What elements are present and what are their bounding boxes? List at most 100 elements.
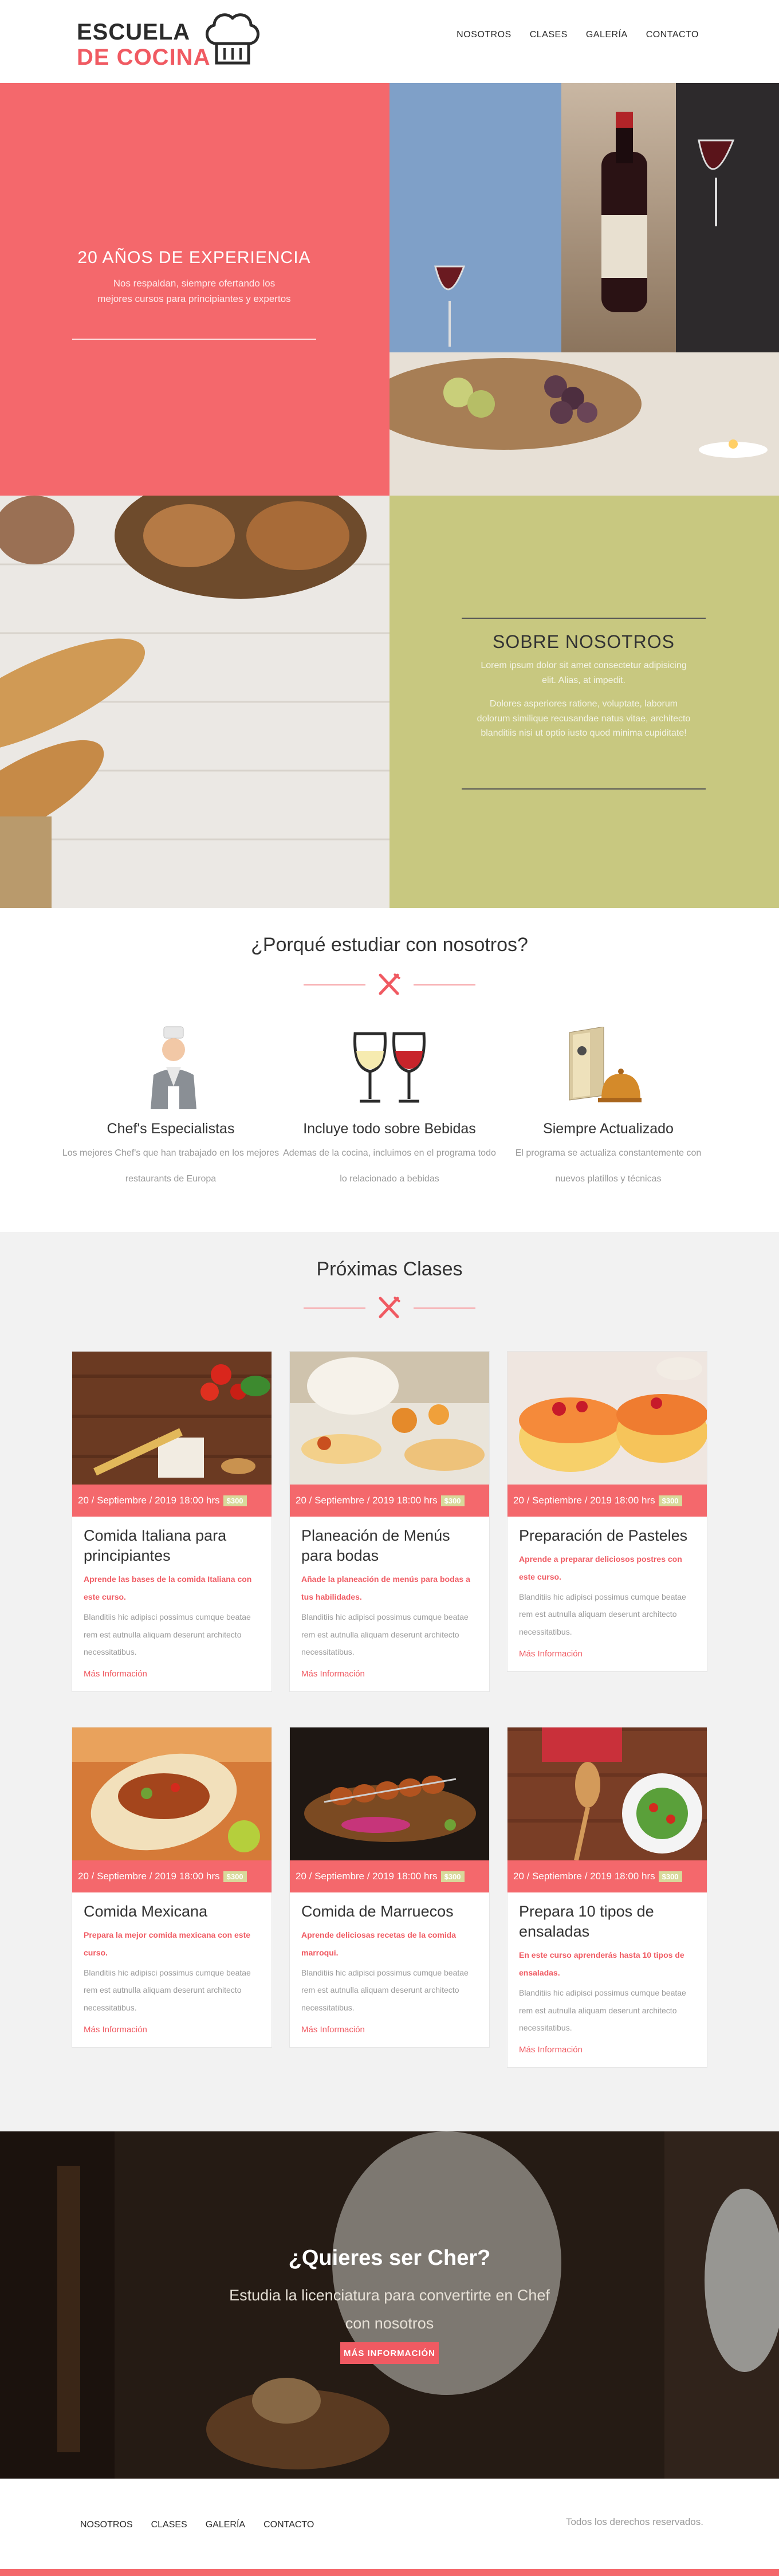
feature-chefs: Chef's Especialistas Los mejores Chef's … [62, 1121, 280, 1192]
nav-link-clases[interactable]: CLASES [530, 30, 568, 40]
class-date: 20 / Septiembre / 2019 18:00 hrs [296, 1495, 438, 1506]
about-box: SOBRE NOSOTROS Lorem ipsum dolor sit ame… [462, 618, 706, 790]
class-text: Blanditiis hic adipisci possimus cumque … [519, 1592, 686, 1637]
fork-knife-icon [379, 973, 401, 995]
nav-link-nosotros[interactable]: NOSOTROS [457, 30, 512, 40]
footer-accent-bar [0, 2569, 779, 2576]
why-divider [304, 973, 475, 996]
class-meta: 20 / Septiembre / 2019 18:00 hrs $300 [507, 1860, 707, 1892]
experience-tile: 20 AÑOS DE EXPERIENCIA Nos respaldan, si… [0, 83, 390, 496]
class-lead: Aprende a preparar deliciosos postres co… [519, 1554, 682, 1581]
class-date: 20 / Septiembre / 2019 18:00 hrs [78, 1871, 220, 1882]
class-date: 20 / Septiembre / 2019 18:00 hrs [78, 1495, 220, 1506]
footer-link-nosotros[interactable]: NOSOTROS [80, 2520, 133, 2530]
feature-title: Chef's Especialistas [107, 1121, 235, 1137]
wine-glasses-icon [353, 1032, 426, 1103]
class-date: 20 / Septiembre / 2019 18:00 hrs [296, 1871, 438, 1882]
chef-hat-icon [206, 13, 259, 65]
copyright-text: Todos los derechos reservados. [565, 2516, 703, 2527]
class-title: Prepara 10 tipos de ensaladas [519, 1903, 654, 1941]
more-info-link[interactable]: Más Información [301, 1669, 478, 1679]
feature-text: Ademas de la cocina, incluimos en el pro… [283, 1148, 496, 1184]
logo[interactable]: ESCUELA DE COCINA [77, 8, 272, 71]
feature-updated: Siempre Actualizado El programa se actua… [499, 1121, 717, 1192]
class-card: 20 / Septiembre / 2019 18:00 hrs $300 Co… [72, 1351, 272, 1693]
class-date: 20 / Septiembre / 2019 18:00 hrs [513, 1871, 655, 1882]
class-lead: Aprende deliciosas recetas de la comida … [301, 1930, 457, 1957]
feature-title: Siempre Actualizado [543, 1121, 674, 1137]
chef-icon [151, 1026, 196, 1109]
class-image-wedding [290, 1352, 489, 1485]
more-info-button[interactable]: MÁS INFORMACIÓN [340, 2342, 439, 2364]
class-card: 20 / Septiembre / 2019 18:00 hrs $300 Co… [289, 1727, 490, 2048]
class-lead: Prepara la mejor comida mexicana con est… [84, 1930, 251, 1957]
wine-dinner-image [390, 83, 779, 496]
class-card: 20 / Septiembre / 2019 18:00 hrs $300 Pr… [507, 1727, 707, 2068]
class-date: 20 / Septiembre / 2019 18:00 hrs [513, 1495, 655, 1506]
footer-nav: NOSOTROS CLASES GALERÍA CONTACTO [80, 2520, 314, 2530]
class-image-moroccan [290, 1727, 489, 1860]
bread-illustration [0, 496, 390, 908]
about-paragraph-2: Dolores asperiores ratione, voluptate, l… [477, 699, 691, 739]
class-text: Blanditiis hic adipisci possimus cumque … [301, 1612, 469, 1657]
class-card: 20 / Septiembre / 2019 18:00 hrs $300 Co… [72, 1727, 272, 2048]
site-footer: NOSOTROS CLASES GALERÍA CONTACTO Todos l… [0, 2479, 779, 2576]
class-image-italian [72, 1352, 272, 1485]
price-badge: $300 [658, 1495, 682, 1506]
about-tile: SOBRE NOSOTROS Lorem ipsum dolor sit ame… [390, 496, 779, 908]
class-lead: Aprende las bases de la comida Italiana … [84, 1574, 252, 1601]
classes-divider [304, 1296, 475, 1319]
price-badge: $300 [223, 1871, 247, 1882]
logo-line-1: ESCUELA [77, 19, 191, 45]
experience-title: 20 AÑOS DE EXPERIENCIA [77, 248, 311, 267]
more-info-link[interactable]: Más Información [519, 2045, 695, 2055]
experience-box: 20 AÑOS DE EXPERIENCIA Nos respaldan, si… [72, 248, 316, 340]
class-text: Blanditiis hic adipisci possimus cumque … [84, 1968, 251, 2013]
logo-line-2: DE COCINA [77, 45, 211, 70]
why-title: ¿Porqué estudiar con nosotros? [251, 934, 528, 956]
about-title: SOBRE NOSOTROS [492, 631, 675, 652]
class-lead: Añade la planeación de menús para bodas … [301, 1574, 470, 1601]
class-title: Planeación de Menús para bodas [301, 1527, 450, 1565]
menu-icon [569, 1027, 642, 1102]
class-meta: 20 / Septiembre / 2019 18:00 hrs $300 [507, 1485, 707, 1517]
footer-link-galeria[interactable]: GALERÍA [206, 2520, 245, 2530]
cta-banner: ¿Quieres ser Cher? Estudia la licenciatu… [0, 2131, 779, 2479]
more-info-link[interactable]: Más Información [301, 2025, 478, 2035]
main-nav: NOSOTROS CLASES GALERÍA CONTACTO [457, 30, 699, 40]
classes-title: Próximas Clases [316, 1258, 463, 1280]
class-text: Blanditiis hic adipisci possimus cumque … [84, 1612, 251, 1657]
cta-subtitle: Estudia la licenciatura para convertirte… [229, 2287, 550, 2332]
class-text: Blanditiis hic adipisci possimus cumque … [301, 1968, 469, 2013]
nav-link-galeria[interactable]: GALERÍA [586, 30, 628, 40]
class-title: Preparación de Pasteles [519, 1527, 688, 1544]
more-info-link[interactable]: Más Información [84, 2025, 260, 2035]
class-meta: 20 / Septiembre / 2019 18:00 hrs $300 [290, 1485, 489, 1517]
bread-image [0, 496, 390, 908]
class-card: 20 / Septiembre / 2019 18:00 hrs $300 Pr… [507, 1351, 707, 1672]
class-meta: 20 / Septiembre / 2019 18:00 hrs $300 [72, 1860, 272, 1892]
more-info-link[interactable]: Más Información [84, 1669, 260, 1679]
nav-link-contacto[interactable]: CONTACTO [646, 30, 699, 40]
cta-title: ¿Quieres ser Cher? [288, 2246, 491, 2270]
feature-title: Incluye todo sobre Bebidas [303, 1121, 476, 1137]
footer-link-clases[interactable]: CLASES [151, 2520, 187, 2530]
price-badge: $300 [440, 1871, 465, 1882]
footer-link-contacto[interactable]: CONTACTO [263, 2520, 314, 2530]
price-badge: $300 [440, 1495, 465, 1506]
class-text: Blanditiis hic adipisci possimus cumque … [519, 1988, 686, 2033]
site-header: ESCUELA DE COCINA NOSOTROS CLASES GALERÍ… [0, 0, 779, 83]
class-title: Comida Mexicana [84, 1903, 208, 1920]
class-image-pastry [507, 1352, 707, 1485]
class-title: Comida de Marruecos [301, 1903, 454, 1920]
page: ESCUELA DE COCINA NOSOTROS CLASES GALERÍ… [0, 0, 779, 2576]
more-info-link[interactable]: Más Información [519, 1649, 695, 1659]
price-badge: $300 [658, 1871, 682, 1882]
class-lead: En este curso aprenderás hasta 10 tipos … [519, 1950, 684, 1977]
classes-section: Próximas Clases 20 / Septiembre / 2019 1… [0, 1232, 779, 2131]
wine-dinner-illustration [390, 83, 779, 496]
fork-knife-icon [379, 1296, 401, 1318]
experience-text: Nos respaldan, siempre ofertando los mej… [97, 278, 291, 305]
about-paragraph-1: Lorem ipsum dolor sit amet consectetur a… [481, 661, 687, 685]
class-image-mexican [72, 1727, 272, 1860]
